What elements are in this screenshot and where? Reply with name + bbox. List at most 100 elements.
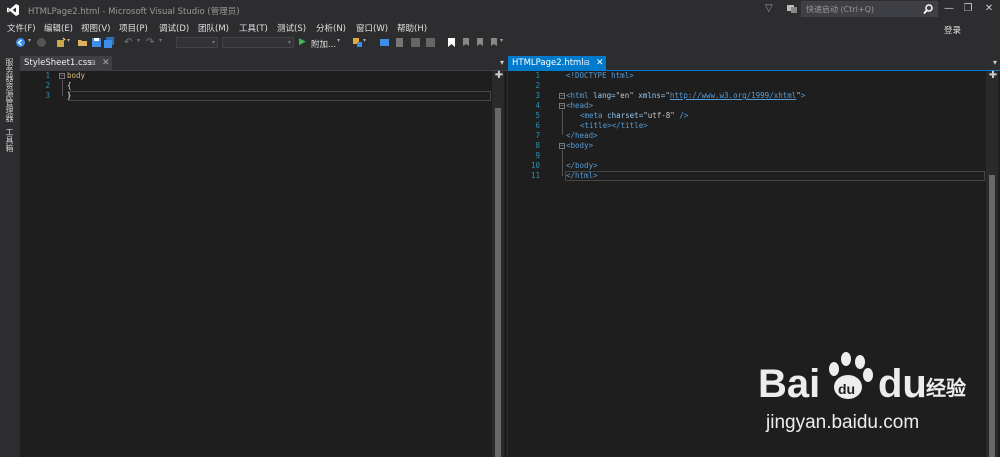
tab-stylesheet1-css[interactable]: StyleSheet1.css ⊟ ✕ — [20, 56, 112, 70]
toolbar-tool-3-icon[interactable] — [410, 37, 421, 48]
svg-text:du: du — [878, 362, 927, 406]
collapse-icon[interactable]: − — [559, 93, 565, 99]
standard-toolbar: ▾ ▾ ↶ ▾ ↷ ▾ ▾ ▾ ▶ 附加... ▾ ▾ ▾ — [0, 36, 1000, 50]
line-number: 3 — [535, 91, 540, 100]
menu-help[interactable]: 帮助(H) — [397, 22, 427, 34]
code-line: { — [67, 81, 72, 90]
line-number: 5 — [535, 111, 540, 120]
pin-icon[interactable]: ⊟ — [584, 56, 590, 70]
collapse-icon[interactable]: − — [559, 143, 565, 149]
toolbar-tool-2-icon[interactable] — [394, 37, 405, 48]
menu-bar: 文件(F) 编辑(E) 视图(V) 项目(P) 调试(D) 团队(M) 工具(T… — [0, 20, 1000, 36]
line-number: 9 — [535, 151, 540, 160]
save-icon[interactable] — [91, 37, 102, 48]
restore-button[interactable]: ❐ — [961, 2, 975, 16]
collapse-icon[interactable]: − — [59, 73, 65, 79]
watermark-url: jingyan.baidu.com — [766, 412, 920, 433]
open-file-icon[interactable] — [77, 37, 88, 48]
current-line-highlight — [565, 171, 985, 181]
code-line: <body> — [566, 141, 594, 150]
html-tab-strip: HTMLPage2.html ⊟ ✕ ▾ — [508, 56, 1000, 71]
server-explorer-tab[interactable]: 服务器资源管理器 — [4, 58, 15, 122]
code-line: <meta charset="utf-8" /> — [580, 111, 689, 120]
attach-button[interactable]: 附加... — [311, 38, 336, 50]
svg-text:du: du — [838, 381, 855, 397]
redo-dropdown-icon[interactable]: ▾ — [159, 37, 170, 48]
close-tab-icon[interactable]: ✕ — [102, 56, 110, 70]
collapse-icon[interactable]: − — [559, 103, 565, 109]
tab-list-dropdown-icon[interactable]: ▾ — [500, 58, 504, 67]
pin-icon[interactable]: ⊟ — [90, 56, 96, 70]
code-line: </head> — [566, 131, 598, 140]
feedback-icon[interactable] — [786, 3, 798, 15]
back-icon[interactable] — [15, 37, 26, 48]
line-number: 8 — [535, 141, 540, 150]
line-number: 10 — [530, 161, 540, 170]
filter-icon[interactable]: ▽ — [765, 3, 777, 15]
search-icon[interactable] — [922, 3, 934, 15]
sign-in-link[interactable]: 登录 — [944, 24, 961, 36]
clear-bookmarks-icon[interactable] — [489, 37, 500, 48]
svg-text:Bai: Bai — [758, 362, 820, 406]
menu-analyze[interactable]: 分析(N) — [316, 22, 346, 34]
scroll-thumb[interactable] — [989, 175, 995, 457]
tab-label: HTMLPage2.html — [512, 58, 584, 68]
browser-link-icon[interactable] — [352, 37, 363, 48]
attach-dropdown-icon[interactable]: ▾ — [337, 37, 348, 48]
vertical-scrollbar[interactable] — [492, 71, 504, 457]
start-debug-icon[interactable]: ▶ — [299, 37, 310, 48]
close-tab-icon[interactable]: ✕ — [596, 56, 604, 70]
toolbox-tab[interactable]: 工具箱 — [4, 128, 15, 152]
menu-project[interactable]: 项目(P) — [119, 22, 148, 34]
quick-launch-input[interactable] — [806, 4, 921, 15]
menu-view[interactable]: 视图(V) — [81, 22, 110, 34]
tab-htmlpage2-html[interactable]: HTMLPage2.html ⊟ ✕ — [508, 56, 606, 70]
code-line: </body> — [566, 161, 598, 170]
menu-edit[interactable]: 编辑(E) — [44, 22, 73, 34]
quick-launch-box[interactable] — [801, 1, 938, 17]
css-editor-pane: StyleSheet1.css ⊟ ✕ ▾ 1 2 3 − body { } ✚ — [20, 56, 507, 457]
toolbar-tool-1-icon[interactable] — [379, 37, 390, 48]
line-number: 3 — [45, 91, 50, 100]
next-bookmark-icon[interactable] — [475, 37, 486, 48]
code-line: body — [67, 71, 86, 80]
save-all-icon[interactable] — [104, 37, 115, 48]
toolbar-tool-4-icon[interactable] — [425, 37, 436, 48]
current-line-highlight — [68, 91, 491, 101]
minimize-button[interactable]: — — [942, 2, 956, 16]
code-line: } — [67, 91, 72, 100]
redo-icon[interactable]: ↷ — [146, 37, 157, 48]
visual-studio-logo-icon — [7, 4, 19, 16]
solution-platform-combo[interactable]: ▾ — [222, 37, 294, 48]
line-number: 1 — [535, 71, 540, 80]
forward-icon[interactable] — [36, 37, 47, 48]
code-line: </html> — [566, 171, 598, 180]
split-view-icon[interactable]: ✚ — [494, 71, 504, 81]
menu-window[interactable]: 窗口(W) — [356, 22, 388, 34]
code-line: <!DOCTYPE html> — [566, 71, 634, 80]
new-project-icon[interactable] — [56, 37, 67, 48]
vertical-scrollbar[interactable] — [986, 71, 998, 457]
svg-text:经验: 经验 — [926, 376, 966, 400]
title-bar: HTMLPage2.html - Microsoft Visual Studio… — [0, 0, 1000, 20]
menu-test[interactable]: 测试(S) — [277, 22, 306, 34]
menu-team[interactable]: 团队(M) — [198, 22, 229, 34]
code-line: <title></title> — [580, 121, 648, 130]
close-button[interactable]: ✕ — [982, 2, 996, 16]
split-view-icon[interactable]: ✚ — [988, 71, 998, 81]
prev-bookmark-icon[interactable] — [461, 37, 472, 48]
bookmark-icon[interactable] — [446, 37, 457, 48]
line-number: 4 — [535, 101, 540, 110]
code-editor[interactable]: 1 2 3 − body { } — [20, 71, 507, 457]
menu-file[interactable]: 文件(F) — [7, 22, 36, 34]
menu-debug[interactable]: 调试(D) — [159, 22, 189, 34]
menu-tools[interactable]: 工具(T) — [239, 22, 268, 34]
solution-configuration-combo[interactable]: ▾ — [176, 37, 218, 48]
tab-label: StyleSheet1.css — [24, 58, 92, 68]
css-tab-strip: StyleSheet1.css ⊟ ✕ ▾ — [20, 56, 507, 71]
scroll-thumb[interactable] — [495, 108, 501, 457]
undo-icon[interactable]: ↶ — [124, 37, 135, 48]
tab-list-dropdown-icon[interactable]: ▾ — [993, 58, 997, 67]
browser-link-dropdown-icon[interactable]: ▾ — [363, 37, 374, 48]
toolbar-overflow-icon[interactable]: ▾ — [500, 37, 511, 48]
